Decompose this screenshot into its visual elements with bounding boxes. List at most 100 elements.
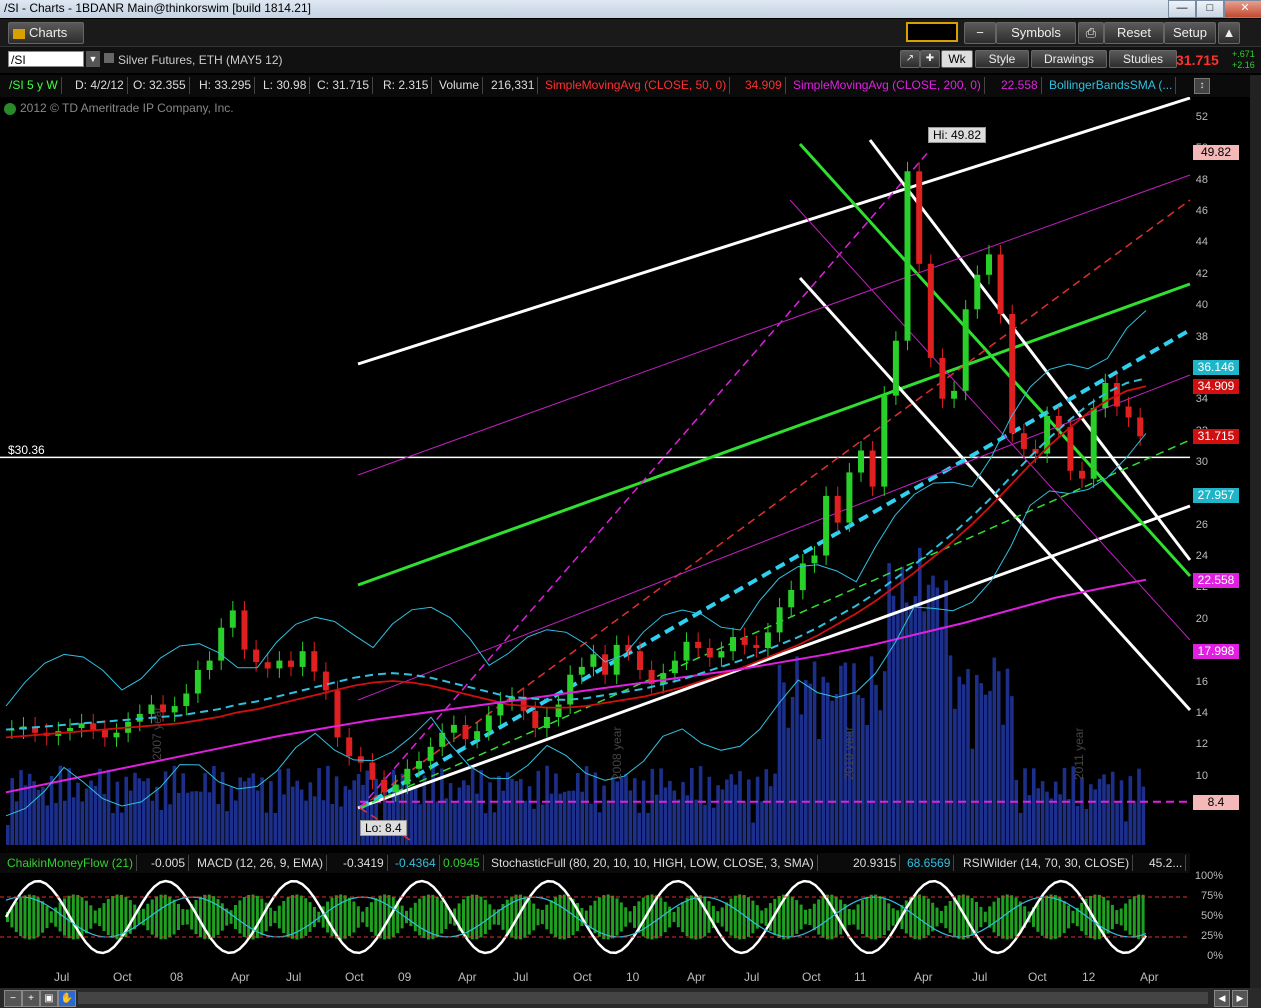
side-panel-tabs[interactable] — [1250, 75, 1261, 988]
setup-button[interactable]: Setup — [1164, 22, 1216, 44]
sma200-value: 22.558 — [998, 77, 1042, 94]
indicator-tick-label: 75% — [1200, 890, 1223, 902]
pin-icon[interactable]: ▲ — [1218, 22, 1240, 44]
cmf-label: ChaikinMoneyFlow (21) — [4, 855, 138, 871]
minimize-button[interactable]: — — [1168, 0, 1196, 18]
volume-bar — [483, 813, 488, 845]
price-chart[interactable] — [0, 97, 1250, 853]
cmf-bar — [1014, 897, 1018, 937]
cmf-bar — [716, 911, 720, 923]
indicator-chart[interactable] — [0, 873, 1250, 970]
cmf-bar — [922, 895, 926, 939]
title-bar: /SI - Charts - 1BDANR Main@thinkorswim [… — [0, 0, 1261, 18]
price-tick-label: 46 — [1195, 205, 1208, 218]
cmf-bar — [562, 894, 566, 940]
cmf-bar — [299, 895, 303, 939]
candle-body — [439, 732, 446, 747]
cmf-bar — [681, 901, 685, 933]
rsi-label: RSIWilder (14, 70, 30, CLOSE) — [960, 855, 1134, 871]
hand-icon[interactable]: ✋ — [58, 990, 76, 1007]
symbol-dropdown-icon[interactable]: ▼ — [86, 51, 100, 67]
price-badge: 49.82 — [1193, 145, 1239, 161]
link-color-box[interactable] — [906, 22, 958, 42]
volume-bar — [650, 768, 655, 845]
zoom-fit-icon[interactable]: ▣ — [40, 990, 58, 1007]
sma50-label: SimpleMovingAvg (CLOSE, 50, 0) — [542, 77, 731, 94]
cmf-bar — [19, 898, 23, 937]
cmf-bar — [422, 895, 426, 939]
volume-bar — [286, 768, 291, 845]
volume-bar — [448, 783, 453, 845]
volume-bar — [260, 777, 264, 845]
cmf-bar — [159, 894, 163, 940]
charts-tab-label: Charts — [29, 25, 68, 40]
scroll-right-icon[interactable]: ▶ — [1232, 990, 1248, 1007]
time-tick-label: Apr — [458, 970, 477, 984]
volume-bar — [339, 806, 343, 845]
maximize-button[interactable]: □ — [1196, 0, 1224, 18]
symbol-input[interactable]: /SI — [8, 51, 84, 67]
reset-button[interactable]: Reset — [1104, 22, 1164, 44]
year-label-2008: 2008 year — [610, 726, 624, 780]
symbols-button[interactable]: Symbols — [996, 22, 1076, 44]
drawings-button[interactable]: Drawings — [1031, 50, 1107, 68]
volume-bar — [1040, 781, 1045, 845]
studies-button[interactable]: Studies — [1109, 50, 1177, 68]
volume-bar — [589, 803, 593, 845]
volume-bar — [168, 804, 172, 845]
cmf-bar — [361, 911, 365, 923]
candle-body — [322, 671, 329, 691]
close-button[interactable]: ✕ — [1224, 0, 1261, 18]
timeframe-button[interactable]: Wk — [941, 50, 973, 68]
cmf-bar — [777, 896, 781, 938]
volume-bar — [1141, 786, 1146, 845]
close-value: C: 31.715 — [314, 77, 374, 94]
zoom-in-icon[interactable]: + — [22, 990, 40, 1007]
cmf-bar — [400, 905, 404, 929]
scroll-left-icon[interactable]: ◀ — [1214, 990, 1230, 1007]
volume-bar — [111, 813, 115, 845]
cmf-bar — [1110, 904, 1114, 930]
cmf-bar — [1106, 900, 1110, 934]
cmf-bar — [939, 911, 943, 923]
volume-bar — [470, 768, 475, 845]
zoom-out-icon[interactable]: − — [4, 990, 22, 1007]
collapse-icon[interactable]: ↕ — [1194, 78, 1210, 94]
volume-bar — [532, 808, 536, 845]
candle-body — [1079, 470, 1085, 479]
crosshair-icon[interactable]: ✚ — [920, 50, 940, 68]
volume-bar — [264, 812, 269, 845]
cmf-bar — [1128, 899, 1132, 935]
candle-body — [369, 762, 376, 780]
candle-body — [788, 590, 795, 608]
candle-body — [334, 690, 341, 738]
volume-bar — [23, 785, 28, 845]
volume-bar — [926, 584, 931, 845]
volume-bar — [593, 772, 598, 845]
cmf-bar — [291, 895, 294, 939]
print-icon[interactable]: ⎙ — [1078, 22, 1104, 44]
cmf-bar — [738, 894, 742, 940]
style-button[interactable]: Style — [975, 50, 1029, 68]
charts-tab[interactable]: Charts — [8, 22, 84, 44]
link-icon[interactable]: − — [964, 22, 996, 44]
volume-bar — [562, 791, 567, 845]
volume-bar — [519, 779, 523, 845]
info-icon — [104, 53, 114, 63]
cmf-bar — [247, 895, 251, 940]
volume-bar — [1049, 798, 1054, 845]
scrollbar-track[interactable] — [78, 992, 1208, 1004]
trendline-9 — [359, 439, 1191, 809]
cursor-icon[interactable]: ↗ — [900, 50, 920, 68]
candle-body — [613, 644, 620, 675]
cmf-bar — [1067, 905, 1071, 929]
volume-bar — [479, 770, 484, 845]
volume-bar — [321, 800, 326, 845]
volume-bar — [242, 781, 247, 845]
time-tick-label: 09 — [398, 970, 412, 984]
volume-bar — [619, 777, 624, 845]
volume-bar — [602, 785, 606, 845]
volume-value: 216,331 — [488, 77, 539, 94]
candle-body — [974, 274, 981, 310]
volume-bar — [150, 800, 155, 845]
